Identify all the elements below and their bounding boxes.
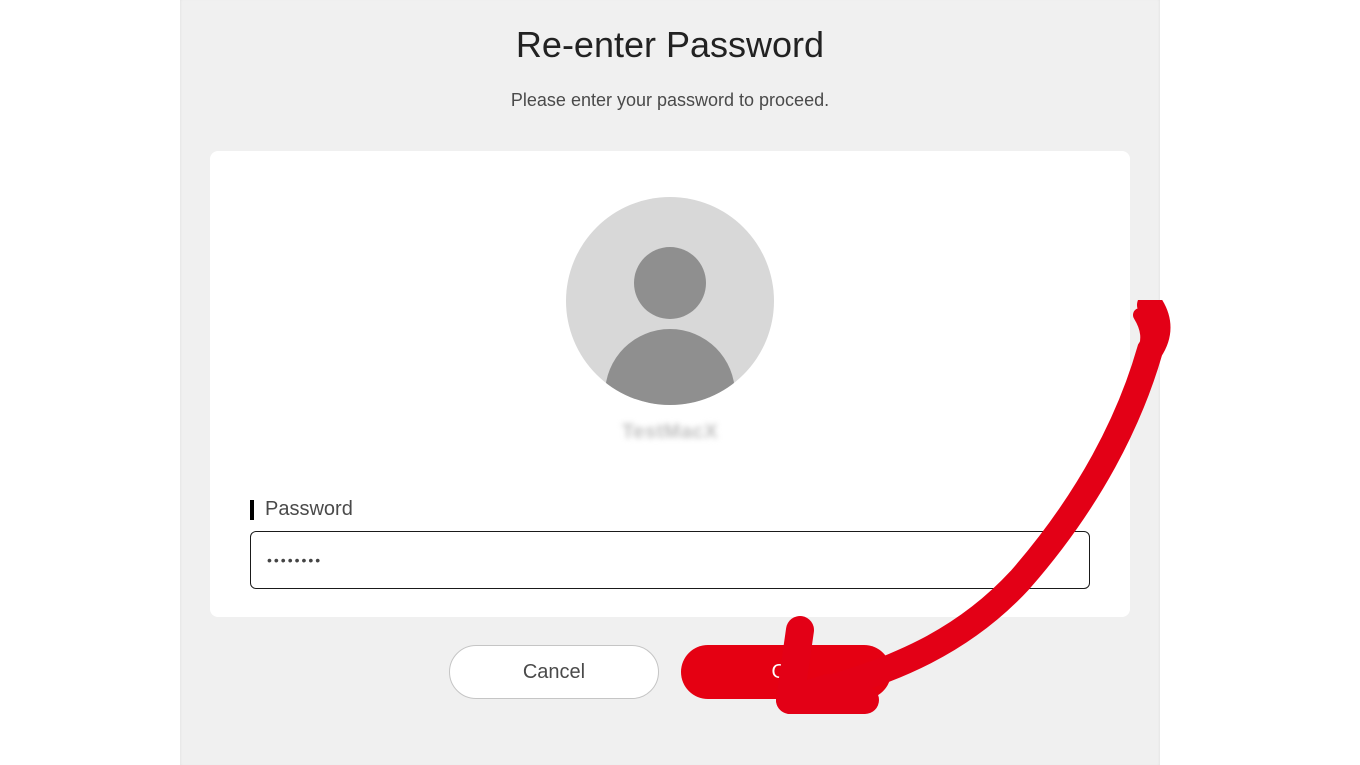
password-card: TestMacX Password bbox=[210, 151, 1130, 617]
dialog-container: Re-enter Password Please enter your pass… bbox=[180, 0, 1160, 765]
page-title: Re-enter Password bbox=[180, 24, 1160, 66]
user-section: TestMacX bbox=[250, 197, 1090, 444]
avatar-head bbox=[634, 247, 706, 319]
password-label-row: Password bbox=[250, 498, 1090, 521]
password-input[interactable] bbox=[250, 531, 1090, 589]
password-field-label: Password bbox=[265, 498, 353, 521]
label-accent-bar bbox=[250, 500, 254, 520]
cancel-button[interactable]: Cancel bbox=[449, 645, 659, 699]
ok-button[interactable]: OK bbox=[681, 645, 891, 699]
avatar-body bbox=[605, 329, 735, 405]
page-subtitle: Please enter your password to proceed. bbox=[180, 90, 1160, 111]
button-row: Cancel OK bbox=[180, 645, 1160, 699]
username-label: TestMacX bbox=[622, 421, 718, 444]
user-avatar-icon bbox=[566, 197, 774, 405]
